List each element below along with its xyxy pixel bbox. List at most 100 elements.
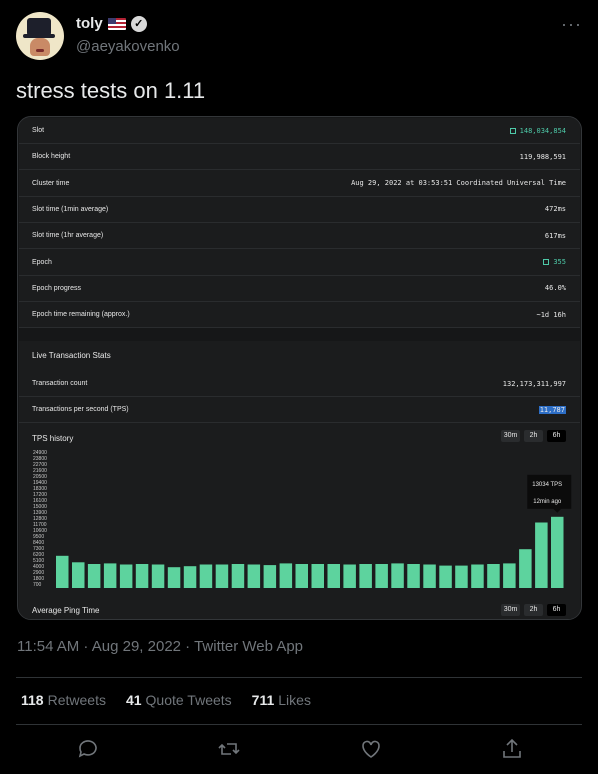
stats-row-label: Epoch: [32, 258, 52, 266]
tps-bar[interactable]: [103, 563, 117, 588]
avg-ping-title: Average Ping Time: [32, 606, 100, 615]
stats-row-value: 472ms: [545, 205, 566, 213]
tps-bar[interactable]: [551, 516, 564, 588]
y-tick-label: 16100: [33, 498, 47, 504]
tx-count-value: 132,173,311,997: [502, 379, 566, 388]
tps-value: 11,787: [538, 405, 566, 414]
tx-count-row: Transaction count 132,173,311,997: [19, 371, 580, 397]
tps-bar[interactable]: [247, 564, 261, 589]
tps-bar[interactable]: [391, 563, 404, 588]
y-tick-label: 6200: [33, 552, 44, 558]
stats-row-label: Block height: [32, 153, 71, 161]
tps-bar[interactable]: [87, 564, 101, 588]
stats-row-slot: Slot 148,034,854: [19, 118, 580, 144]
tps-bar[interactable]: [263, 565, 277, 588]
tweet-timestamp[interactable]: 11:54 AM · Aug 29, 2022 · Twitter Web Ap…: [17, 638, 303, 655]
tps-history-chart: 7001800290040005100620073008400950010600…: [33, 450, 572, 589]
like-icon[interactable]: [359, 737, 383, 761]
y-tick-label: 8400: [33, 540, 44, 546]
tps-bar[interactable]: [167, 567, 181, 588]
tps-bar[interactable]: [375, 564, 388, 588]
y-tick-label: 19400: [33, 480, 47, 486]
copy-icon[interactable]: [543, 259, 550, 265]
copy-icon[interactable]: [509, 127, 516, 134]
stats-row-value-text: 46.0%: [544, 284, 566, 293]
tps-bar[interactable]: [423, 564, 436, 589]
retweets-count[interactable]: 118 Retweets: [21, 692, 106, 708]
divider: [16, 724, 582, 725]
tps-bar[interactable]: [503, 563, 516, 588]
y-tick-label: 15000: [33, 504, 47, 510]
tps-bar[interactable]: [119, 564, 133, 589]
stats-row-value-text: 472ms: [544, 205, 566, 214]
stats-row-value: 119,988,591: [520, 153, 566, 161]
stats-row-value-text: 617ms: [544, 231, 566, 240]
tps-row: Transactions per second (TPS) 11,787: [19, 397, 580, 423]
tps-bar[interactable]: [471, 564, 484, 589]
avatar[interactable]: [16, 12, 64, 60]
y-tick-label: 13900: [33, 510, 47, 516]
tps-bar[interactable]: [455, 565, 468, 588]
tweet-header: toly ✓ @aeyakovenko ···: [16, 12, 582, 60]
stats-row-block-height: Block height 119,988,591: [19, 144, 580, 171]
stats-row-slot-time-1hr-average: Slot time (1hr average) 617ms: [19, 223, 580, 250]
tweet-media-image[interactable]: Slot 148,034,854 Block height 119,988,591 Cl…: [17, 116, 582, 620]
tps-bar[interactable]: [215, 564, 229, 589]
stats-row-value-text: ~1d 16h: [536, 310, 566, 319]
tps-bar[interactable]: [135, 564, 149, 588]
tps-bar[interactable]: [279, 563, 293, 588]
stats-row-value: Aug 29, 2022 at 03:53:51 Coordinated Uni…: [351, 179, 566, 187]
tx-count-label: Transaction count: [32, 380, 88, 387]
stats-row-epoch-progress: Epoch progress 46.0%: [19, 276, 580, 302]
tweet-text: stress tests on 1.11: [16, 78, 206, 103]
author-name[interactable]: toly: [76, 15, 103, 32]
tps-bar[interactable]: [151, 564, 165, 589]
ping-range-button-30m[interactable]: 30m: [501, 604, 520, 616]
live-transaction-stats-panel: Live Transaction Stats Transaction count…: [19, 341, 580, 619]
live-stats-title: Live Transaction Stats: [32, 351, 111, 360]
ping-range-button-2h[interactable]: 2h: [524, 604, 543, 616]
tweet-actions: [16, 735, 582, 765]
range-button-2h[interactable]: 2h: [524, 430, 543, 442]
likes-count[interactable]: 711 Likes: [252, 692, 311, 708]
range-button-30m[interactable]: 30m: [501, 430, 520, 442]
y-tick-label: 17200: [33, 492, 47, 498]
tps-bar[interactable]: [56, 555, 69, 588]
stats-row-value[interactable]: 148,034,854: [509, 127, 566, 135]
tps-bar[interactable]: [343, 564, 356, 589]
y-tick-label: 1800: [33, 576, 44, 582]
tps-bar[interactable]: [359, 564, 372, 588]
tps-bar[interactable]: [535, 522, 548, 589]
tps-bar[interactable]: [72, 562, 85, 588]
stats-row-value[interactable]: 355: [543, 258, 566, 266]
retweet-icon[interactable]: [217, 737, 241, 761]
y-tick-label: 11700: [33, 522, 47, 528]
tps-bar[interactable]: [295, 564, 309, 588]
tps-bar[interactable]: [487, 564, 500, 588]
tooltip-arrow: [553, 508, 562, 513]
range-button-6h[interactable]: 6h: [547, 430, 566, 442]
tps-bar[interactable]: [231, 564, 245, 588]
tps-bar[interactable]: [327, 564, 341, 588]
tps-label: Transactions per second (TPS): [32, 406, 129, 413]
stats-row-label: Slot: [32, 127, 45, 134]
tps-bar[interactable]: [199, 564, 213, 589]
tps-range-buttons: 30m 2h 6h: [501, 430, 566, 442]
y-tick-label: 20500: [33, 474, 47, 480]
tps-bar[interactable]: [311, 564, 325, 588]
engagement-counts: 118 Retweets 41 Quote Tweets 711 Likes: [21, 692, 311, 708]
tps-bar[interactable]: [439, 565, 452, 588]
tps-bar[interactable]: [407, 564, 420, 588]
share-icon[interactable]: [500, 737, 524, 761]
quote-tweets-count[interactable]: 41 Quote Tweets: [126, 692, 232, 708]
more-options-icon[interactable]: ···: [561, 14, 582, 35]
tps-bar[interactable]: [183, 566, 197, 588]
author-name-row[interactable]: toly ✓: [76, 15, 147, 32]
stats-row-label: Slot time (1hr average): [32, 232, 104, 240]
reply-icon[interactable]: [76, 737, 100, 761]
stats-row-slot-time-1min-average: Slot time (1min average) 472ms: [19, 197, 580, 223]
ping-range-button-6h[interactable]: 6h: [547, 604, 566, 616]
author-handle[interactable]: @aeyakovenko: [76, 38, 180, 55]
tps-bar[interactable]: [519, 549, 532, 588]
y-tick-label: 4000: [33, 564, 44, 570]
